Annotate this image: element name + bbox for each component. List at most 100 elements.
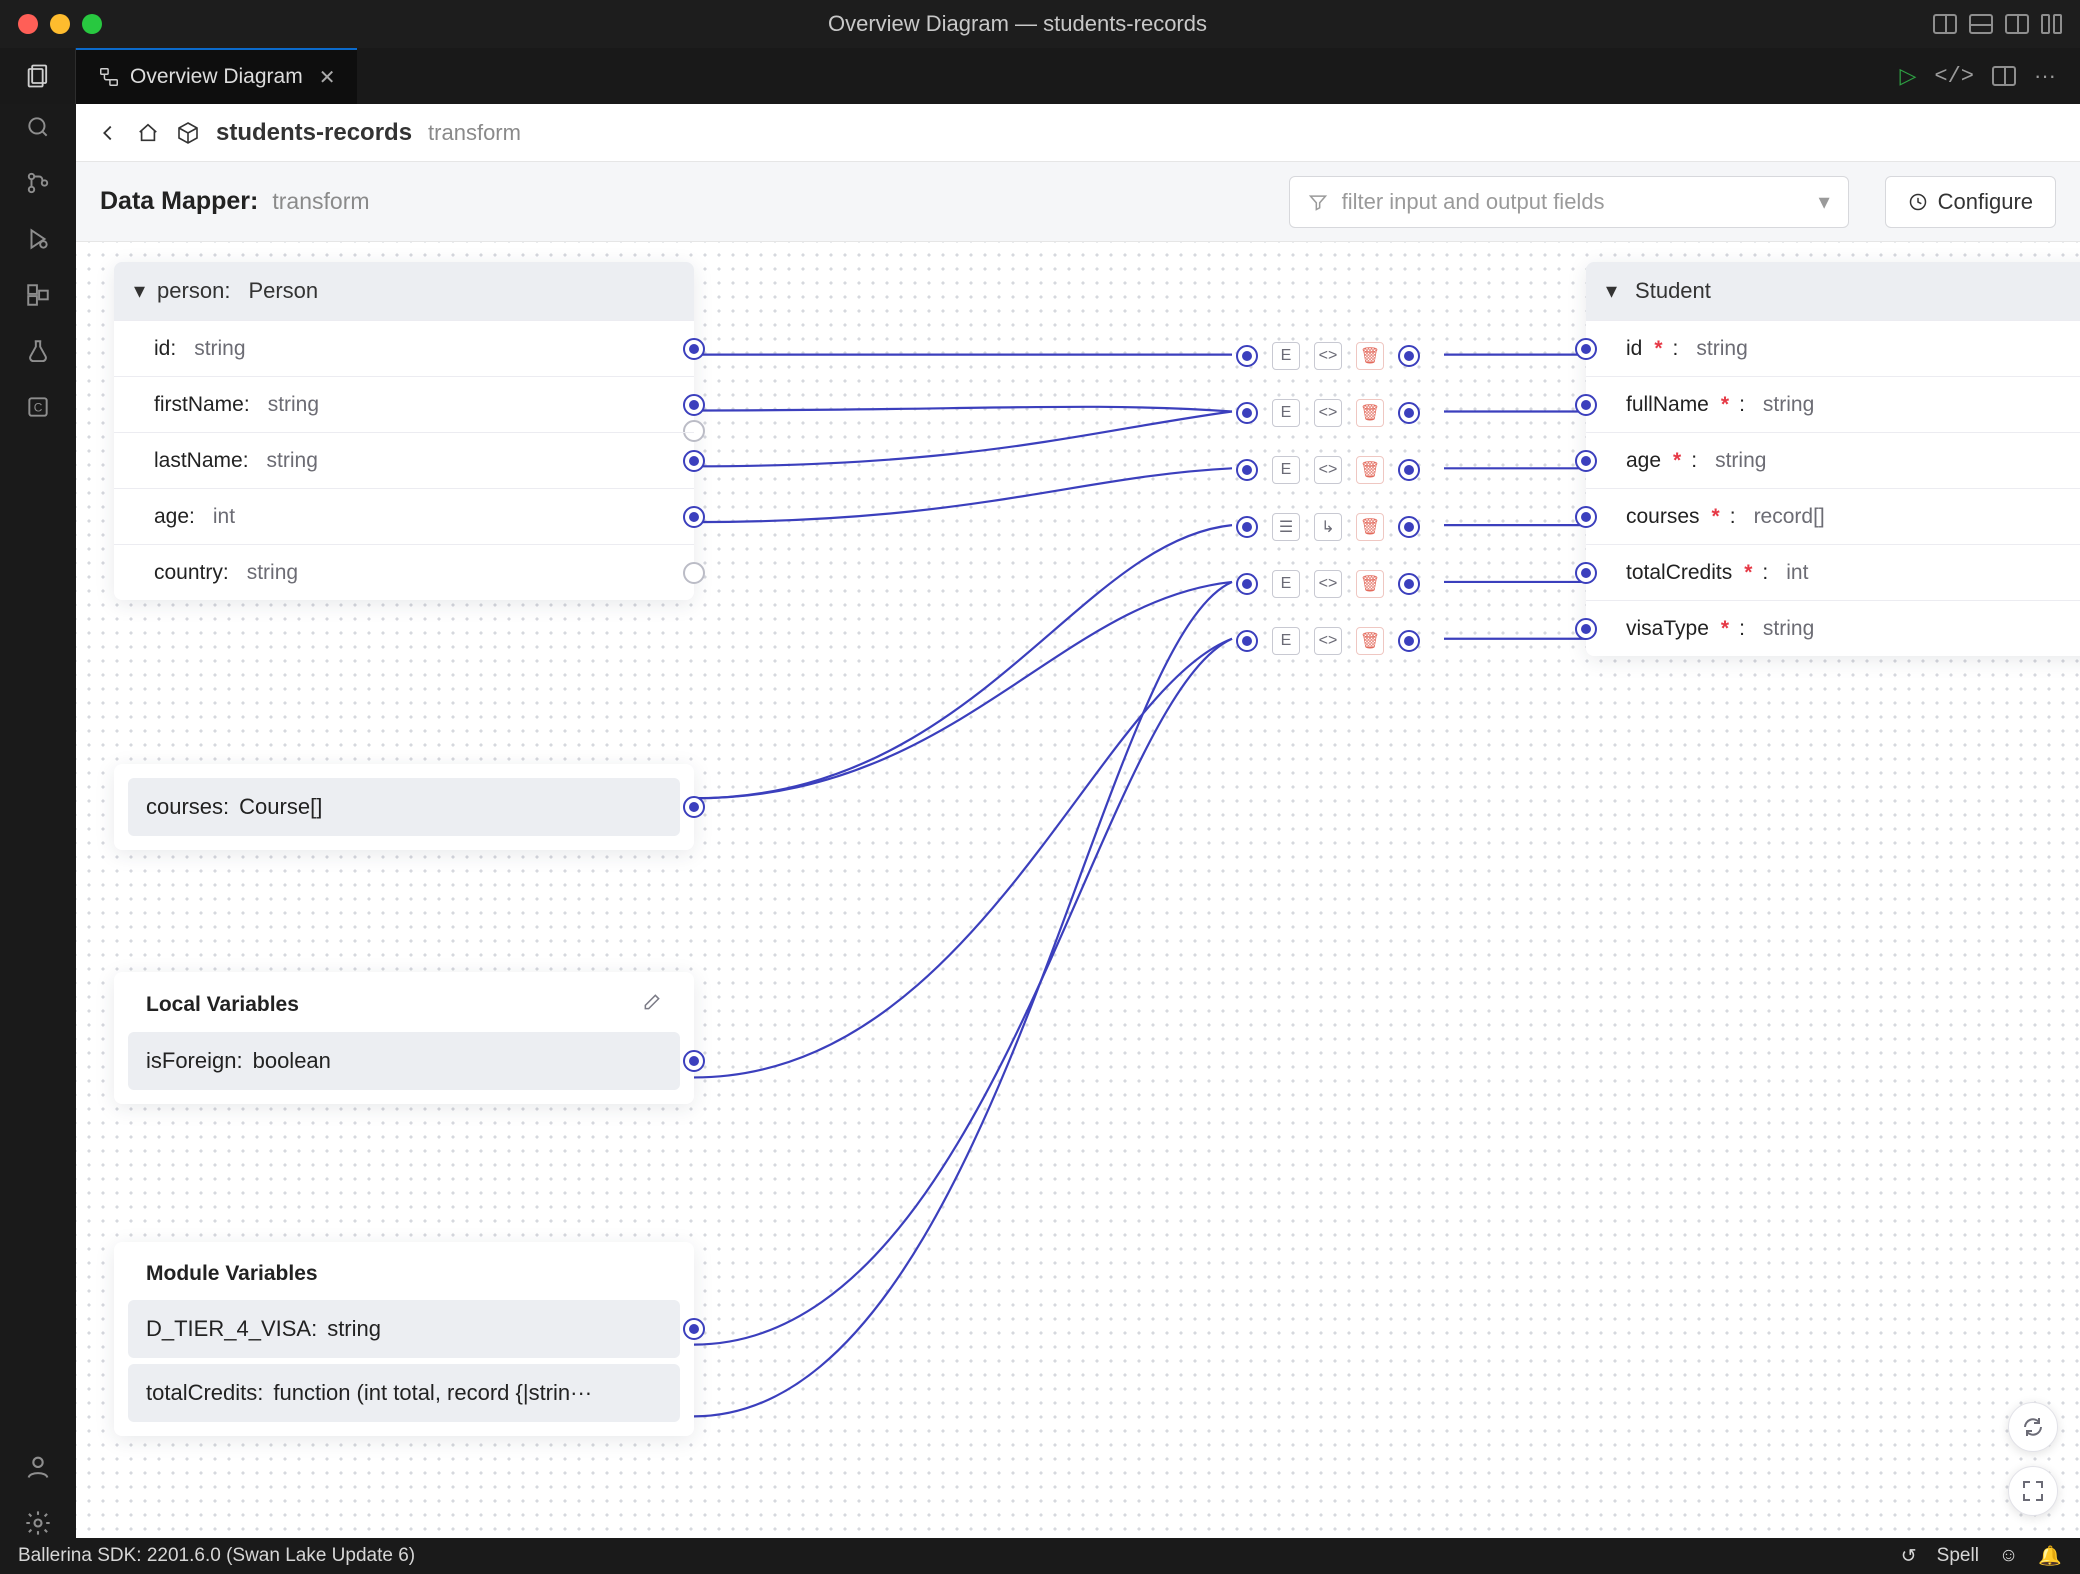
- mapping-canvas[interactable]: ▾ person: Person id:string firstName:str…: [76, 242, 2080, 1538]
- output-student-header[interactable]: ▾ Student: [1586, 262, 2080, 320]
- port[interactable]: [683, 394, 705, 416]
- row-menu-icon[interactable]: ⋯: [2071, 562, 2080, 583]
- row-menu-icon[interactable]: ⋯: [2071, 506, 2080, 527]
- code-icon[interactable]: <>: [1314, 627, 1342, 655]
- port[interactable]: [683, 450, 705, 472]
- status-sdk[interactable]: Ballerina SDK: 2201.6.0 (Swan Lake Updat…: [18, 1545, 415, 1567]
- module-var-row[interactable]: totalCredits: function (int total, recor…: [128, 1364, 680, 1422]
- list-icon[interactable]: ☰: [1272, 513, 1300, 541]
- port-in[interactable]: [1236, 573, 1258, 595]
- split-bottom-icon[interactable]: [1969, 14, 1993, 34]
- port[interactable]: [683, 1318, 705, 1340]
- search-icon[interactable]: [23, 112, 53, 142]
- expression-icon[interactable]: E: [1272, 399, 1300, 427]
- minimize-window-button[interactable]: [50, 14, 70, 34]
- status-history-icon[interactable]: ↺: [1901, 1545, 1917, 1568]
- source-control-icon[interactable]: [23, 168, 53, 198]
- tab-overview-diagram[interactable]: Overview Diagram ✕: [76, 48, 357, 104]
- trash-icon[interactable]: 🗑: [1356, 513, 1384, 541]
- transform-node[interactable]: ☰ ↳ 🗑: [1236, 513, 1420, 541]
- port[interactable]: [1575, 506, 1597, 528]
- port[interactable]: [683, 338, 705, 360]
- files-icon[interactable]: [24, 62, 52, 90]
- port[interactable]: [1575, 618, 1597, 640]
- split-editor-icon[interactable]: [1992, 66, 2016, 86]
- trash-icon[interactable]: 🗑: [1356, 570, 1384, 598]
- expression-icon[interactable]: E: [1272, 627, 1300, 655]
- transform-node[interactable]: E<>🗑: [1236, 570, 1420, 598]
- port-in[interactable]: [1236, 516, 1258, 538]
- split-right-icon[interactable]: [2005, 14, 2029, 34]
- goto-icon[interactable]: ↳: [1314, 513, 1342, 541]
- output-field-row[interactable]: age*:string⋯: [1586, 432, 2080, 488]
- input-field-row[interactable]: country:string: [114, 544, 694, 600]
- filter-input[interactable]: filter input and output fields ▾: [1289, 176, 1849, 228]
- tab-more-icon[interactable]: ···: [2034, 63, 2056, 89]
- code-icon[interactable]: <>: [1314, 456, 1342, 484]
- code-icon[interactable]: <>: [1314, 342, 1342, 370]
- extensions-icon[interactable]: [23, 280, 53, 310]
- output-field-row[interactable]: visaType*:string⋯: [1586, 600, 2080, 656]
- trash-icon[interactable]: 🗑: [1356, 342, 1384, 370]
- fit-to-screen-button[interactable]: [2008, 1466, 2058, 1516]
- run-icon[interactable]: ▷: [1899, 63, 1916, 89]
- split-left-icon[interactable]: [1933, 14, 1957, 34]
- input-field-row[interactable]: lastName:string: [114, 432, 694, 488]
- port-out[interactable]: [1398, 345, 1420, 367]
- expression-icon[interactable]: E: [1272, 570, 1300, 598]
- port[interactable]: [683, 1050, 705, 1072]
- trash-icon[interactable]: 🗑: [1356, 456, 1384, 484]
- transform-node[interactable]: E <> 🗑: [1236, 456, 1420, 484]
- status-feedback-icon[interactable]: ☺: [1999, 1545, 2018, 1567]
- settings-gear-icon[interactable]: [23, 1508, 53, 1538]
- output-field-row[interactable]: id*:string⋯: [1586, 320, 2080, 376]
- choreo-icon[interactable]: C: [23, 392, 53, 422]
- input-courses-header[interactable]: courses: Course[]: [128, 778, 680, 836]
- port[interactable]: [1575, 394, 1597, 416]
- transform-node[interactable]: E <> 🗑: [1236, 627, 1420, 655]
- port-out[interactable]: [1398, 402, 1420, 424]
- row-menu-icon[interactable]: ⋯: [2071, 394, 2080, 415]
- port-in[interactable]: [1236, 345, 1258, 367]
- port-out[interactable]: [1398, 459, 1420, 481]
- testing-icon[interactable]: [23, 336, 53, 366]
- input-field-row[interactable]: firstName:string: [114, 376, 694, 432]
- breadcrumb-function[interactable]: transform: [428, 120, 521, 146]
- show-source-icon[interactable]: </>: [1934, 64, 1974, 89]
- port[interactable]: [1575, 562, 1597, 584]
- row-menu-icon[interactable]: ⋯: [2071, 450, 2080, 471]
- port[interactable]: [1575, 338, 1597, 360]
- port[interactable]: [683, 796, 705, 818]
- run-debug-icon[interactable]: [23, 224, 53, 254]
- port-in[interactable]: [1236, 402, 1258, 424]
- input-field-row[interactable]: age:int: [114, 488, 694, 544]
- module-var-row[interactable]: D_TIER_4_VISA: string: [128, 1300, 680, 1358]
- port[interactable]: [1575, 450, 1597, 472]
- code-icon[interactable]: <>: [1314, 399, 1342, 427]
- input-field-row[interactable]: id:string: [114, 320, 694, 376]
- row-menu-icon[interactable]: ⋯: [2071, 338, 2080, 359]
- port[interactable]: [683, 562, 705, 584]
- zoom-window-button[interactable]: [82, 14, 102, 34]
- expression-icon[interactable]: E: [1272, 456, 1300, 484]
- breadcrumb-project[interactable]: students-records: [216, 119, 412, 147]
- home-icon[interactable]: [136, 121, 160, 145]
- close-window-button[interactable]: [18, 14, 38, 34]
- customize-layout-icon[interactable]: [2041, 14, 2062, 34]
- input-person-header[interactable]: ▾ person: Person: [114, 262, 694, 320]
- account-icon[interactable]: [23, 1452, 53, 1482]
- transform-node[interactable]: E <> 🗑: [1236, 399, 1420, 427]
- output-field-row[interactable]: courses*:record[]⋯: [1586, 488, 2080, 544]
- tab-close-icon[interactable]: ✕: [319, 65, 336, 90]
- port[interactable]: [683, 506, 705, 528]
- back-icon[interactable]: [96, 121, 120, 145]
- configure-button[interactable]: Configure: [1885, 176, 2056, 228]
- port-out[interactable]: [1398, 516, 1420, 538]
- trash-icon[interactable]: 🗑: [1356, 627, 1384, 655]
- output-field-row[interactable]: totalCredits*:int⋯: [1586, 544, 2080, 600]
- transform-node[interactable]: E<>🗑: [1236, 342, 1420, 370]
- port-out[interactable]: [1398, 630, 1420, 652]
- edit-icon[interactable]: [642, 992, 662, 1018]
- status-spell[interactable]: Spell: [1937, 1545, 1979, 1567]
- trash-icon[interactable]: 🗑: [1356, 399, 1384, 427]
